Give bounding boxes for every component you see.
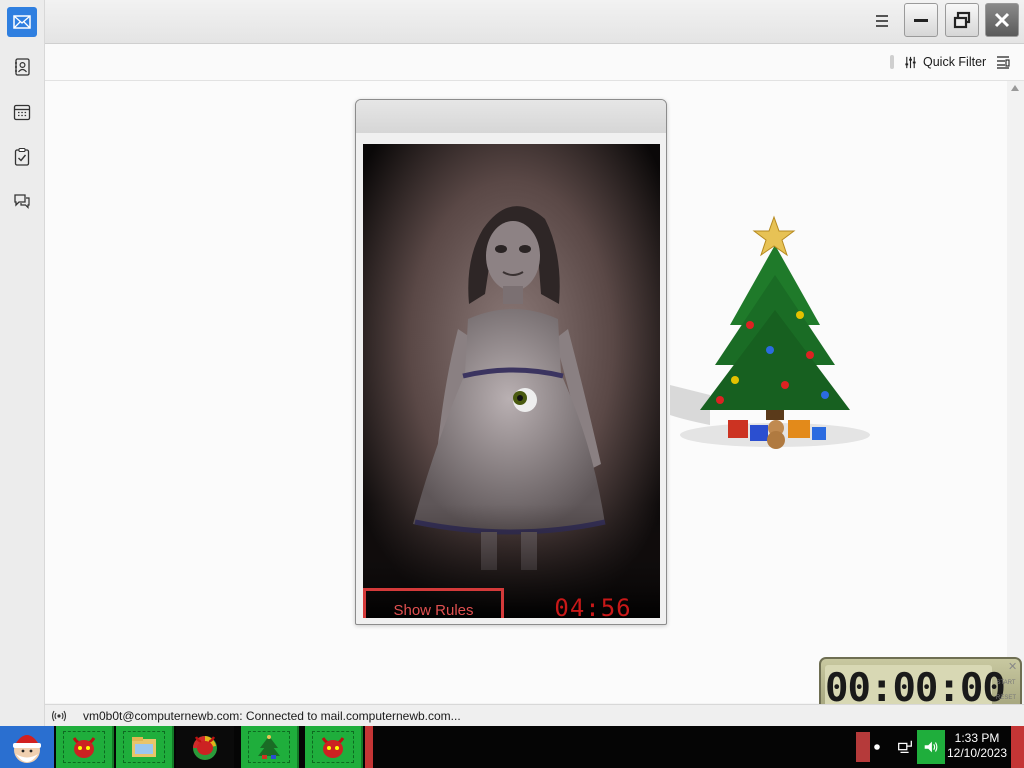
restore-icon xyxy=(953,11,971,29)
spaces-toolbar xyxy=(0,0,45,726)
status-bar: vm0b0t@computernewb.com: Connected to ma… xyxy=(45,704,1024,727)
layout-toggle-button[interactable] xyxy=(995,54,1011,70)
christmas-tree-icon xyxy=(670,215,870,449)
stopwatch-reset-button[interactable]: RESET xyxy=(993,695,1019,701)
tasks-icon xyxy=(14,147,30,166)
show-rules-button[interactable]: Show Rules xyxy=(363,588,504,618)
game-countdown-timer: 04:56 xyxy=(554,594,632,618)
red-devil-icon xyxy=(321,737,345,758)
message-toolbar: Quick Filter xyxy=(45,44,1024,81)
address-book-icon xyxy=(15,58,30,76)
app-menu-button[interactable] xyxy=(871,12,893,30)
stopwatch-start-button[interactable]: START xyxy=(993,680,1019,686)
status-text: vm0b0t@computernewb.com: Connected to ma… xyxy=(83,709,461,723)
quick-filter-button[interactable]: Quick Filter xyxy=(890,52,986,72)
taskbar: 1:33 PM 12/10/2023 xyxy=(0,726,1024,768)
calendar-button[interactable] xyxy=(7,97,37,127)
clock-time: 1:33 PM xyxy=(954,731,1000,745)
hamburger-menu-icon xyxy=(876,15,888,27)
taskbar-browser[interactable] xyxy=(176,726,234,768)
game-canvas[interactable]: Show Rules 04:56 xyxy=(363,144,660,618)
close-icon xyxy=(994,12,1010,28)
network-icon[interactable] xyxy=(894,736,916,758)
tasks-button[interactable] xyxy=(7,142,37,172)
christmas-tree-app-icon xyxy=(258,735,280,759)
game-popup-window[interactable]: Show Rules 04:56 xyxy=(355,99,667,625)
volume-icon[interactable] xyxy=(917,730,945,764)
taskbar-file-explorer[interactable] xyxy=(116,726,174,768)
vertical-scrollbar[interactable] xyxy=(1007,81,1024,703)
layout-list-icon xyxy=(997,56,1010,69)
restore-button[interactable] xyxy=(945,3,979,37)
start-button[interactable] xyxy=(0,726,54,768)
chat-button[interactable] xyxy=(7,186,37,216)
tray-dot-icon[interactable] xyxy=(866,736,888,758)
chrome-devil-icon xyxy=(193,736,217,760)
game-popup-titlebar[interactable] xyxy=(356,100,666,133)
minimize-icon xyxy=(914,19,928,22)
christmas-tree-decoration xyxy=(670,215,880,460)
close-button[interactable] xyxy=(985,3,1019,37)
calendar-icon xyxy=(13,104,31,121)
santa-start-icon xyxy=(13,735,41,763)
minimize-button[interactable] xyxy=(904,3,938,37)
taskbar-app-2[interactable] xyxy=(305,726,363,768)
quick-filter-label: Quick Filter xyxy=(923,55,987,69)
chat-icon xyxy=(14,194,30,209)
clock-date: 12/10/2023 xyxy=(946,746,1008,760)
window-titlebar xyxy=(45,0,1024,44)
filter-sliders-icon xyxy=(905,56,916,68)
ghost-girl-image xyxy=(363,144,660,618)
scroll-up-arrow-icon[interactable] xyxy=(1011,85,1019,91)
taskbar-app-1[interactable] xyxy=(56,726,114,768)
show-desktop-button[interactable] xyxy=(1011,726,1024,768)
mail-icon xyxy=(13,15,31,29)
taskbar-clock[interactable]: 1:33 PM 12/10/2023 xyxy=(944,731,1010,765)
address-book-button[interactable] xyxy=(7,52,37,82)
file-explorer-icon xyxy=(132,737,156,757)
desktop-screen: Quick Filter Show Rules 04:56 00:00:00 S… xyxy=(0,0,1024,768)
connection-status-icon[interactable] xyxy=(51,709,67,723)
red-devil-icon xyxy=(72,737,96,758)
stopwatch-close-icon[interactable]: ✕ xyxy=(1008,660,1017,673)
taskbar-overflow-marker xyxy=(365,726,373,768)
mail-space-button[interactable] xyxy=(7,7,37,37)
toolbar-spacer xyxy=(890,55,894,69)
taskbar-app-tree[interactable] xyxy=(241,726,299,768)
